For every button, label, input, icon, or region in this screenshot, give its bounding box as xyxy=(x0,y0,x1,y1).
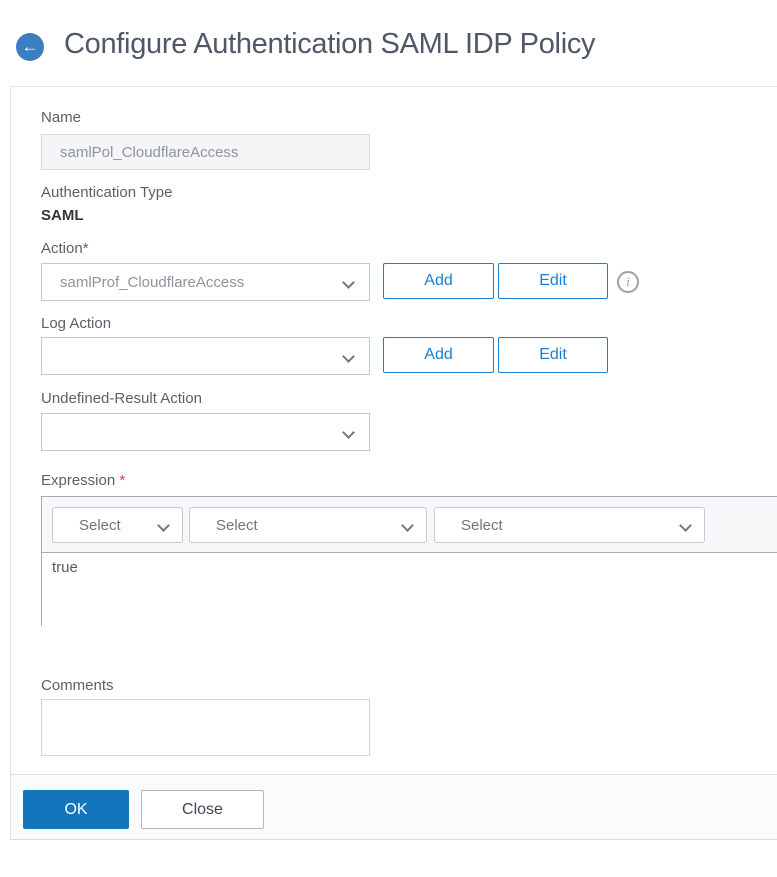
action-add-button[interactable]: Add xyxy=(383,263,494,299)
back-arrow-icon[interactable]: ← xyxy=(16,33,44,61)
auth-type-value: SAML xyxy=(41,207,84,224)
auth-type-label: Authentication Type xyxy=(41,184,173,201)
log-action-label: Log Action xyxy=(41,315,112,332)
form-panel: Name Authentication Type SAML Action* sa… xyxy=(10,86,777,840)
log-action-select[interactable] xyxy=(41,337,370,375)
action-edit-button[interactable]: Edit xyxy=(498,263,608,299)
ok-button[interactable]: OK xyxy=(23,790,129,829)
log-action-edit-button[interactable]: Edit xyxy=(498,337,608,373)
name-label: Name xyxy=(41,109,82,126)
chevron-down-icon xyxy=(157,519,170,532)
log-action-add-button[interactable]: Add xyxy=(383,337,494,373)
name-input[interactable] xyxy=(41,134,370,170)
action-select-value: samlProf_CloudflareAccess xyxy=(60,273,245,291)
chevron-down-icon xyxy=(342,426,355,439)
expression-label: Expression * xyxy=(41,472,126,489)
chevron-down-icon xyxy=(342,276,355,289)
expression-toolbar: Select Select Select xyxy=(42,497,777,553)
page-header: ← Configure Authentication SAML IDP Poli… xyxy=(0,0,777,86)
comments-input[interactable] xyxy=(41,699,370,756)
action-select[interactable]: samlProf_CloudflareAccess xyxy=(41,263,370,301)
chevron-down-icon xyxy=(401,519,414,532)
expression-select-2[interactable]: Select xyxy=(189,507,427,543)
expression-select-1[interactable]: Select xyxy=(52,507,183,543)
info-icon[interactable]: i xyxy=(617,271,639,293)
close-button[interactable]: Close xyxy=(141,790,264,829)
chevron-down-icon xyxy=(679,519,692,532)
expression-select-3[interactable]: Select xyxy=(434,507,705,543)
undefined-result-action-select[interactable] xyxy=(41,413,370,451)
chevron-down-icon xyxy=(342,350,355,363)
page-title: Configure Authentication SAML IDP Policy xyxy=(64,28,596,60)
footer-bar: OK Close xyxy=(11,774,777,840)
expression-builder: Select Select Select true xyxy=(41,496,777,626)
undefined-result-action-label: Undefined-Result Action xyxy=(41,390,202,407)
required-asterisk: * xyxy=(119,472,126,489)
expression-input[interactable]: true xyxy=(42,553,777,626)
action-label: Action* xyxy=(41,240,89,257)
comments-label: Comments xyxy=(41,677,114,694)
